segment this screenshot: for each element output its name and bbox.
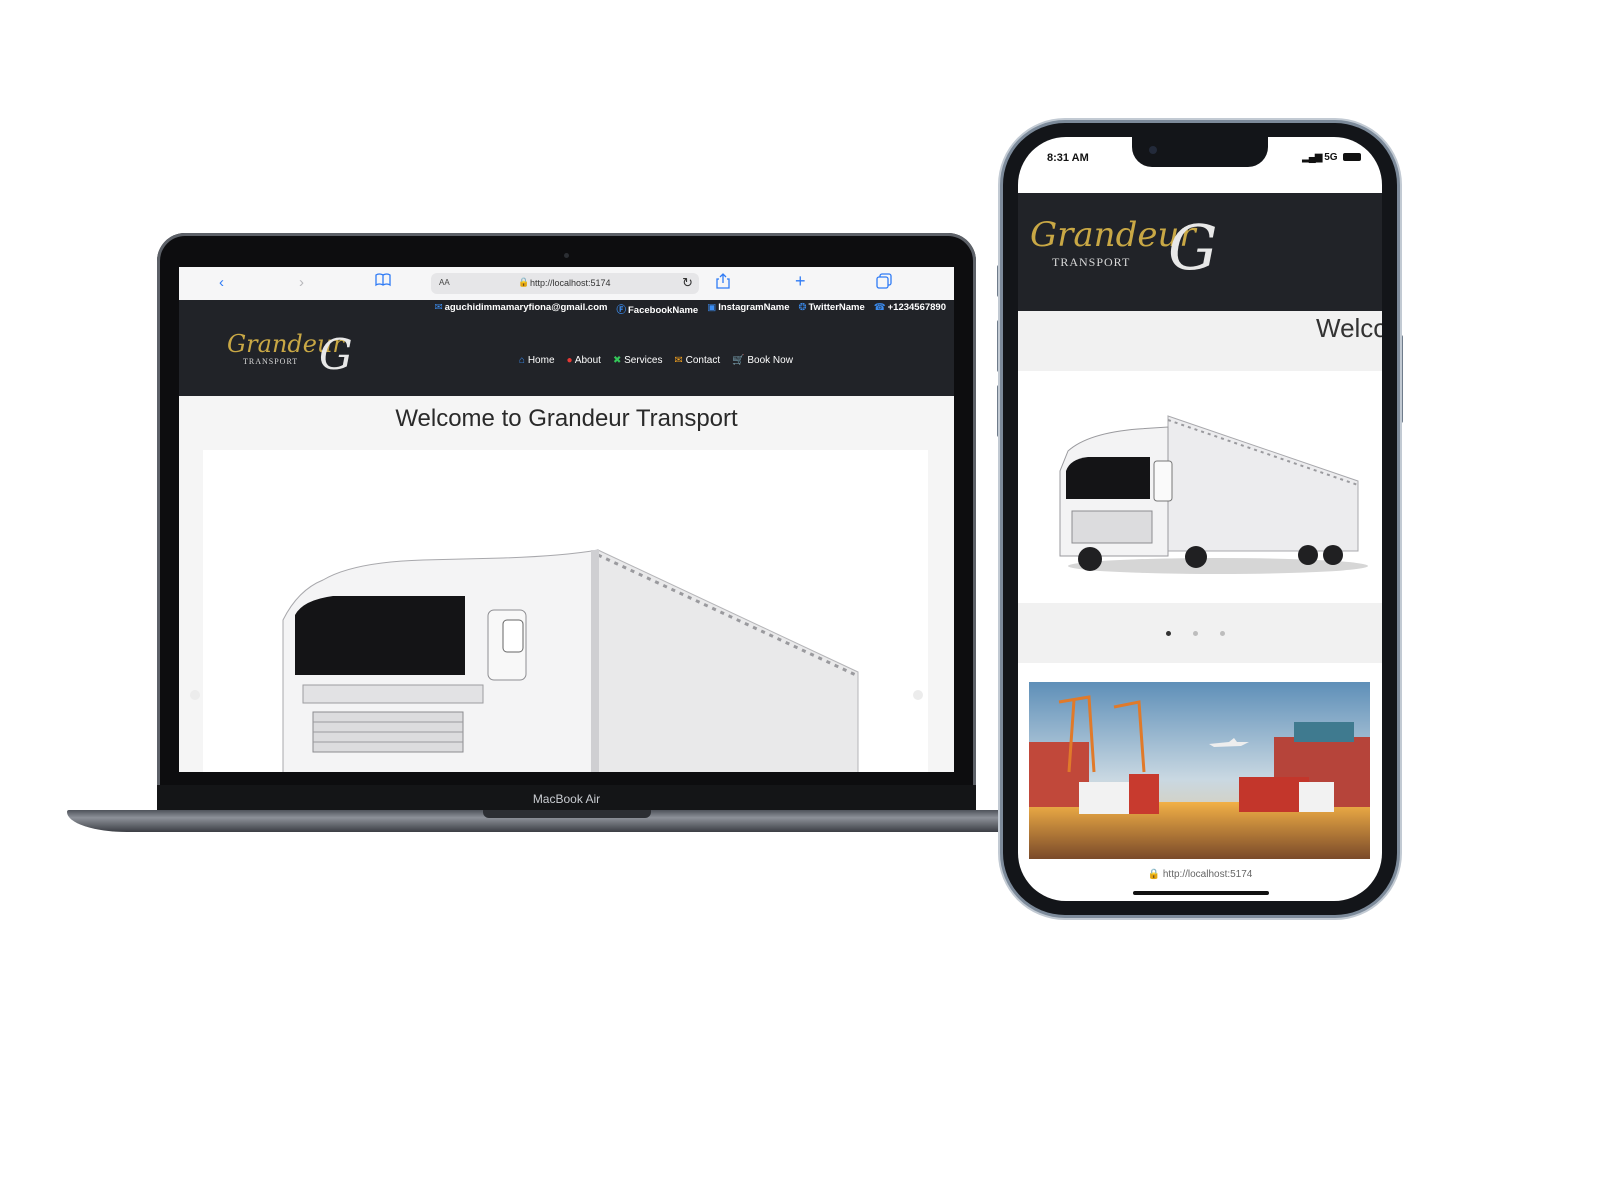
plus-icon[interactable]: + [795,271,806,291]
phone-camera [1149,146,1157,154]
nav-home[interactable]: ⌂ Home [519,355,555,366]
phone-power-button [1399,335,1403,423]
truck-image [282,549,859,772]
address-bar[interactable]: AA 🔒 http://localhost:5174 ↻ [431,273,699,294]
battery-icon [1343,153,1362,161]
phone-side-button [997,265,1001,297]
twitter-icon: ❂ [798,302,807,313]
instagram-icon: ▣ [707,302,717,313]
chevron-right-icon[interactable]: › [299,273,304,293]
nav-services[interactable]: ✖ Services [613,355,663,366]
facebook-link[interactable]: Ⓕ FacebookName [616,302,698,316]
mail-icon: ✉ [674,355,683,366]
phone-link[interactable]: ☎ +1234567890 [874,302,946,316]
mobile-address-bar[interactable]: 🔒 http://localhost:5174 [1018,869,1382,880]
nav-about[interactable]: ● About [567,355,601,366]
mobile-welcome-heading: Welco [1316,313,1382,343]
laptop-camera [564,253,569,258]
laptop-base-notch [483,810,651,818]
mobile-truck-image [1059,415,1368,574]
status-time: 8:31 AM [1047,152,1089,164]
mobile-hero-carousel [1018,371,1382,603]
reader-aa-button[interactable]: AA [439,278,450,287]
carousel-indicator-2[interactable] [1193,631,1198,636]
email-link[interactable]: ✉ aguchidimmamaryfiona@gmail.com [435,302,608,316]
welcome-heading: Welcome to Grandeur Transport [395,405,738,432]
main-nav: ⌂ Home ● About ✖ Services ✉ Contact 🛒 Bo… [519,355,793,366]
mail-icon: ✉ [434,302,443,313]
carousel-indicator-1[interactable] [1166,631,1171,636]
site-logo[interactable]: Grandeur TRANSPORT G [227,330,367,390]
hero-carousel [190,450,928,772]
address-url: http://localhost:5174 [530,278,611,288]
laptop-screen: ‹ › AA 🔒 http://localhost:5174 ↻ + ✉ aguc… [179,267,954,772]
facebook-icon: Ⓕ [616,305,626,316]
share-icon[interactable] [716,273,730,295]
chevron-left-icon[interactable]: ‹ [219,273,224,293]
port-logistics-image [1029,682,1370,859]
mobile-welcome-clip: Welco [1018,311,1382,371]
twitter-link[interactable]: ❂ TwitterName [798,302,864,316]
carousel-prev-button[interactable] [190,690,200,700]
home-icon: ⌂ [519,355,526,366]
signal-icon: ▂▄▆ [1302,152,1322,163]
site-header: Grandeur TRANSPORT G ⌂ Home ● About ✖ Se… [179,316,954,396]
phone-volume-up [997,320,1001,372]
lock-icon: 🔒 [1147,869,1161,880]
reload-icon[interactable]: ↻ [682,275,693,291]
contact-strip: ✉ aguchidimmamaryfiona@gmail.com Ⓕ Faceboo… [179,300,954,316]
cart-icon: 🛒 [732,355,745,366]
nav-contact[interactable]: ✉ Contact [674,355,720,366]
phone-volume-down [997,385,1001,437]
tabs-icon[interactable] [876,273,892,295]
status-indicators: ▂▄▆ 5G [1302,152,1362,163]
instagram-link[interactable]: ▣ InstagramName [707,302,789,316]
lock-icon: 🔒 [518,277,530,287]
safari-toolbar: ‹ › AA 🔒 http://localhost:5174 ↻ + [179,267,954,301]
tools-icon: ✖ [612,355,622,366]
whatsapp-icon: ☎ [873,302,886,313]
carousel-indicator-3[interactable] [1220,631,1225,636]
info-icon: ● [566,355,573,366]
mobile-address-url: http://localhost:5174 [1162,869,1253,880]
mobile-site-header: Grandeur TRANSPORT G [1018,193,1382,311]
mobile-site-logo[interactable]: Grandeur TRANSPORT G [1030,215,1240,295]
logistics-image [1029,682,1370,859]
home-indicator[interactable] [1133,891,1269,895]
laptop-model-label: MacBook Air [157,785,976,813]
carousel-next-button[interactable] [913,690,923,700]
nav-book-now[interactable]: 🛒 Book Now [732,355,793,366]
network-label: 5G [1324,152,1338,163]
mobile-carousel-indicators [1018,603,1382,663]
book-icon[interactable] [375,273,391,293]
